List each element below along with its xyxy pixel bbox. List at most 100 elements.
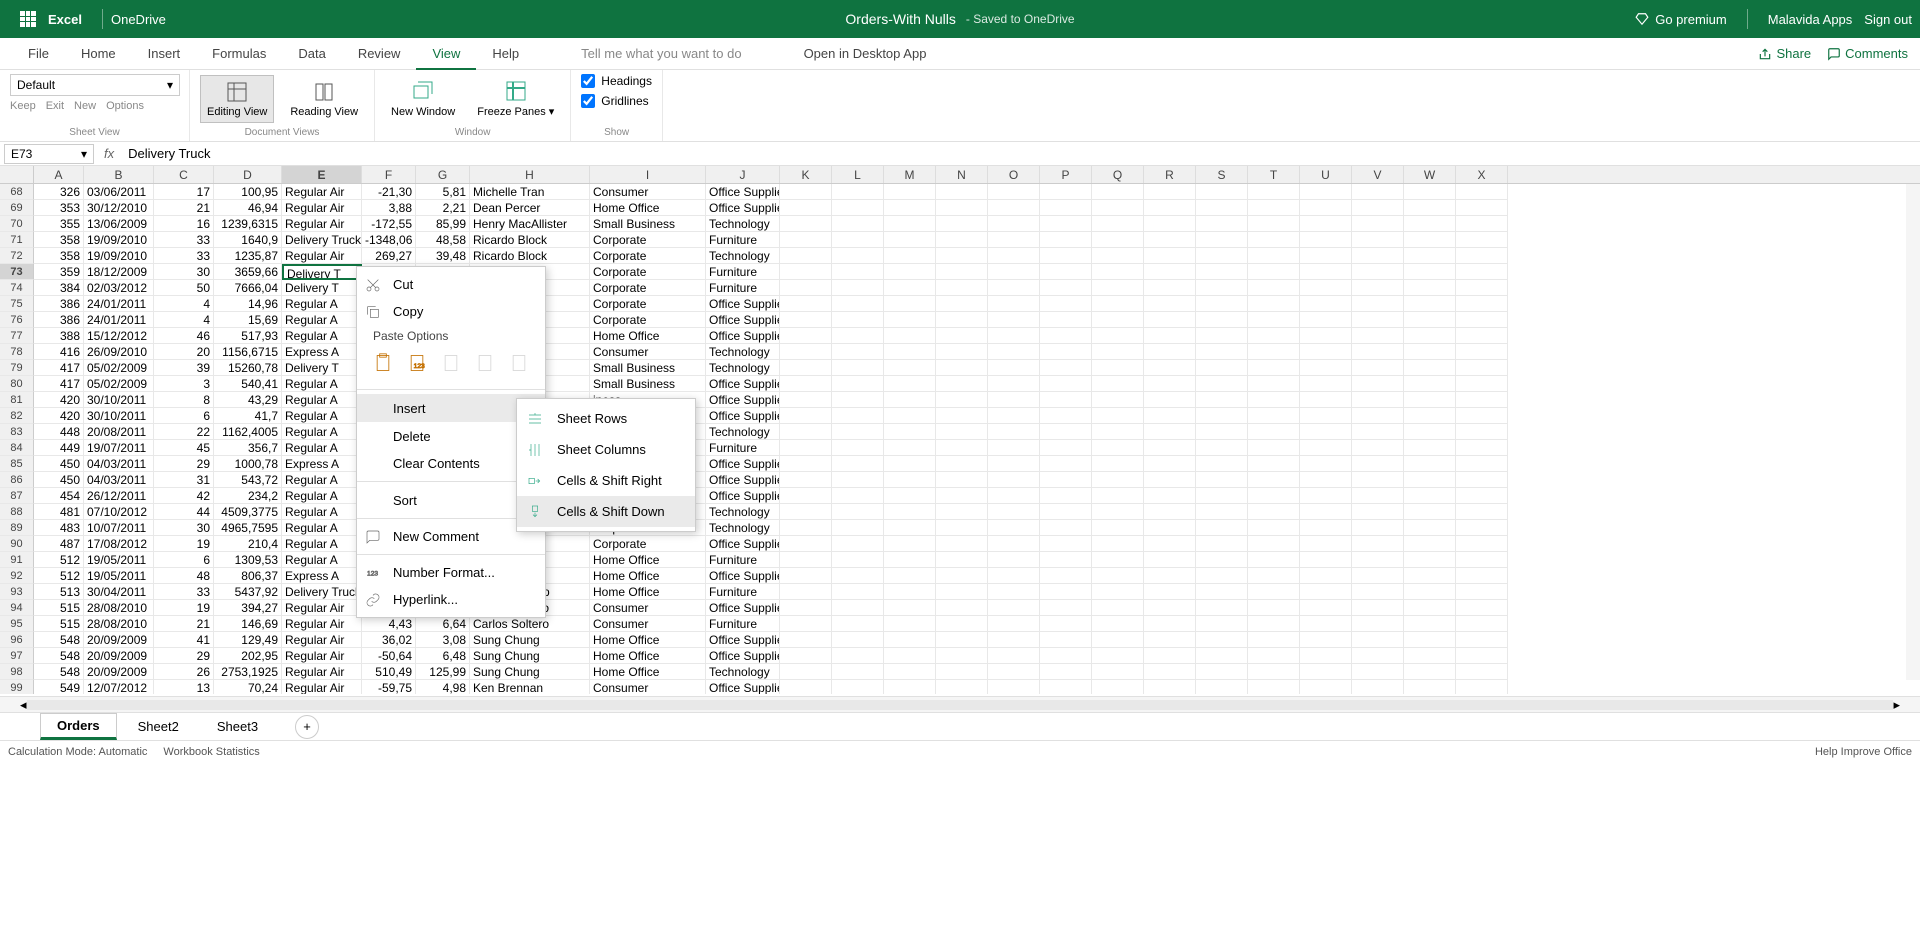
cell[interactable]: [1040, 632, 1092, 648]
cell[interactable]: [780, 504, 832, 520]
cell[interactable]: Corporate: [590, 280, 706, 296]
row-header[interactable]: 82: [0, 408, 34, 424]
cell[interactable]: [1144, 504, 1196, 520]
cell[interactable]: Consumer: [590, 344, 706, 360]
cell[interactable]: [1248, 200, 1300, 216]
cell[interactable]: [1404, 344, 1456, 360]
cell[interactable]: [1092, 184, 1144, 200]
cell[interactable]: Express A: [282, 344, 362, 360]
cell[interactable]: 05/02/2009: [84, 376, 154, 392]
sheetview-exit[interactable]: Exit: [46, 100, 64, 112]
cell[interactable]: [1092, 648, 1144, 664]
tab-data[interactable]: Data: [282, 38, 341, 70]
cell[interactable]: [1352, 392, 1404, 408]
col-header-e[interactable]: E: [282, 166, 362, 183]
cell[interactable]: [1092, 600, 1144, 616]
cell[interactable]: [1092, 568, 1144, 584]
cell[interactable]: Office Supplies: [706, 392, 780, 408]
cell[interactable]: 515: [34, 616, 84, 632]
cell[interactable]: [1040, 184, 1092, 200]
cell[interactable]: [1456, 312, 1508, 328]
cell[interactable]: [1092, 344, 1144, 360]
cell[interactable]: [988, 648, 1040, 664]
cell[interactable]: 450: [34, 456, 84, 472]
cell[interactable]: [1456, 600, 1508, 616]
cell[interactable]: Small Business: [590, 216, 706, 232]
cell[interactable]: [1092, 664, 1144, 680]
cell[interactable]: [936, 584, 988, 600]
cell[interactable]: [1352, 376, 1404, 392]
cell[interactable]: [1248, 680, 1300, 694]
cell[interactable]: [1196, 392, 1248, 408]
freeze-panes-button[interactable]: Freeze Panes ▾: [471, 75, 560, 122]
cell[interactable]: [780, 520, 832, 536]
cell[interactable]: [936, 200, 988, 216]
cell[interactable]: 39: [154, 360, 214, 376]
cell[interactable]: 449: [34, 440, 84, 456]
paste-formatting-icon[interactable]: [471, 349, 499, 377]
cell[interactable]: [1144, 536, 1196, 552]
cell[interactable]: [1404, 408, 1456, 424]
table-row[interactable]: 8848107/10/2012444509,3775Regular AsterH…: [0, 504, 1920, 520]
cell[interactable]: [936, 600, 988, 616]
cell[interactable]: Technology: [706, 216, 780, 232]
cell[interactable]: [1040, 280, 1092, 296]
cell[interactable]: 5,81: [416, 184, 470, 200]
cell[interactable]: [780, 584, 832, 600]
cell[interactable]: [1300, 664, 1352, 680]
cell[interactable]: 513: [34, 584, 84, 600]
cell[interactable]: [988, 488, 1040, 504]
cell[interactable]: 394,27: [214, 600, 282, 616]
cell[interactable]: [1300, 200, 1352, 216]
cell[interactable]: [1352, 184, 1404, 200]
cell[interactable]: [1092, 392, 1144, 408]
cell[interactable]: [832, 632, 884, 648]
scroll-right-icon[interactable]: ▸: [1893, 697, 1900, 713]
cell[interactable]: [1352, 280, 1404, 296]
cell[interactable]: [1404, 296, 1456, 312]
cell[interactable]: [1456, 440, 1508, 456]
cell[interactable]: [884, 440, 936, 456]
cell[interactable]: [1092, 312, 1144, 328]
cell[interactable]: [988, 456, 1040, 472]
cell[interactable]: Delivery T: [282, 264, 362, 280]
cell[interactable]: [832, 584, 884, 600]
cell[interactable]: Furniture: [706, 584, 780, 600]
cell[interactable]: 540,41: [214, 376, 282, 392]
cell[interactable]: [1196, 456, 1248, 472]
cell[interactable]: [780, 376, 832, 392]
calc-mode[interactable]: Calculation Mode: Automatic: [8, 746, 147, 758]
cell[interactable]: [1404, 568, 1456, 584]
cell[interactable]: [1456, 328, 1508, 344]
cell[interactable]: [884, 232, 936, 248]
cell[interactable]: [1092, 328, 1144, 344]
cell[interactable]: [1404, 488, 1456, 504]
cell[interactable]: Regular Air: [282, 648, 362, 664]
cell[interactable]: 31: [154, 472, 214, 488]
cell[interactable]: [1352, 472, 1404, 488]
cell[interactable]: [936, 360, 988, 376]
col-header-j[interactable]: J: [706, 166, 780, 183]
cell[interactable]: [1404, 280, 1456, 296]
cell[interactable]: Regular A: [282, 520, 362, 536]
cell[interactable]: [1300, 456, 1352, 472]
cell[interactable]: Office Supplies: [706, 296, 780, 312]
cell[interactable]: [1248, 280, 1300, 296]
cell[interactable]: [1248, 664, 1300, 680]
cell[interactable]: 04/03/2011: [84, 456, 154, 472]
cell[interactable]: [936, 440, 988, 456]
cell[interactable]: [884, 664, 936, 680]
cell[interactable]: 45: [154, 440, 214, 456]
cell[interactable]: 20/09/2009: [84, 664, 154, 680]
cell[interactable]: [988, 248, 1040, 264]
sheet-tab-orders[interactable]: Orders: [40, 713, 117, 740]
cell[interactable]: [988, 680, 1040, 694]
cell[interactable]: Office Supplies: [706, 184, 780, 200]
cell[interactable]: [1092, 456, 1144, 472]
cell[interactable]: [1248, 216, 1300, 232]
cell[interactable]: [1248, 440, 1300, 456]
cell[interactable]: [780, 264, 832, 280]
cell[interactable]: [1040, 600, 1092, 616]
reading-view-button[interactable]: Reading View: [284, 76, 364, 122]
paste-icon[interactable]: [369, 349, 397, 377]
